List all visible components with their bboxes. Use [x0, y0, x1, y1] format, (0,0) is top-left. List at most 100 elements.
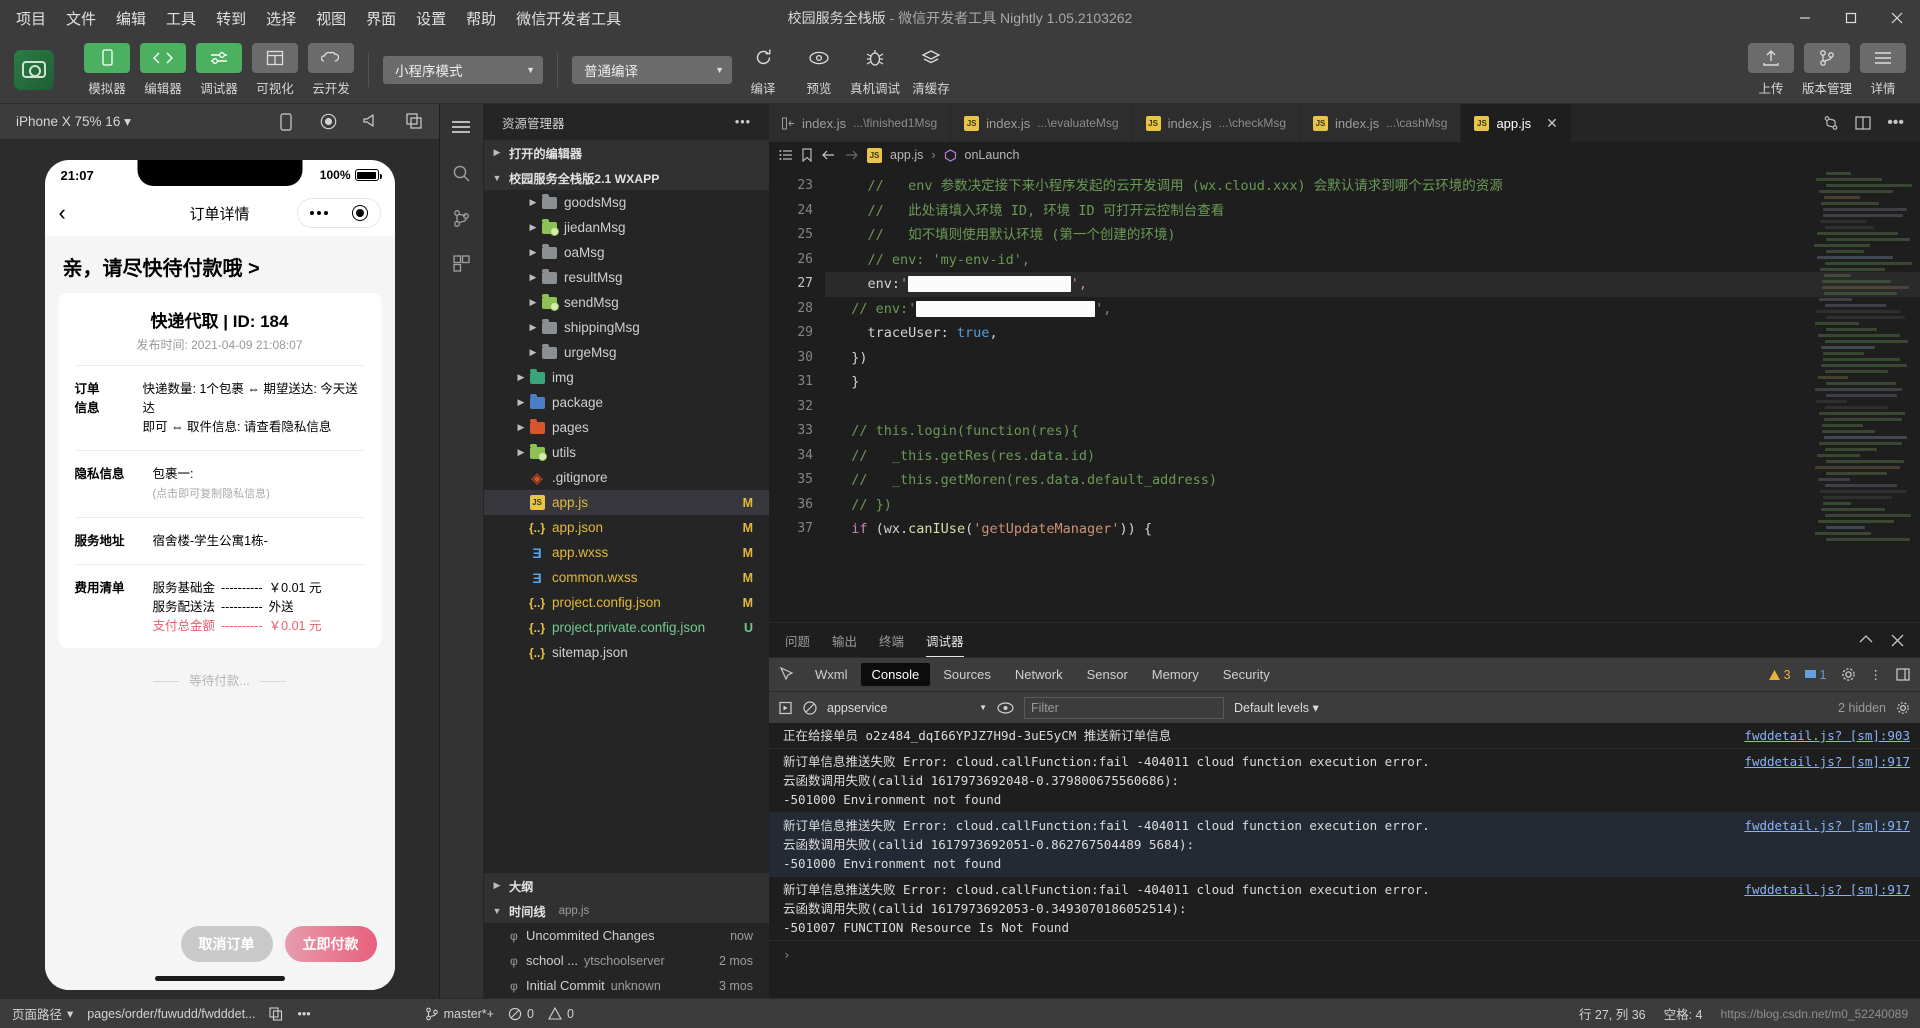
search-icon[interactable]: [452, 164, 471, 183]
panel-tab-终端[interactable]: 终端: [879, 623, 904, 657]
list-icon[interactable]: [779, 148, 793, 162]
file-tree-item-app.json[interactable]: {..} app.json M: [484, 515, 769, 540]
cancel-order-button[interactable]: 取消订单: [180, 926, 273, 962]
file-tree-item-sendMsg[interactable]: ▶ sendMsg: [484, 290, 769, 315]
no-entry-icon[interactable]: [803, 700, 817, 715]
minimize-button[interactable]: [1782, 0, 1828, 36]
file-tree-item-oaMsg[interactable]: ▶ oaMsg: [484, 240, 769, 265]
branch-status[interactable]: master*+: [425, 1007, 494, 1021]
file-tree-item-img[interactable]: ▶ img: [484, 365, 769, 390]
editor-tab-1[interactable]: JS index.js ...\evaluateMsg: [951, 104, 1133, 142]
file-tree-item-app.wxss[interactable]: Ǝapp.wxss M: [484, 540, 769, 565]
timeline-item[interactable]: φ Initial Commit unknown 3 mos: [484, 973, 769, 998]
extensions-icon[interactable]: [452, 254, 471, 273]
record-icon[interactable]: [320, 113, 337, 131]
more-dots-icon[interactable]: [309, 211, 328, 215]
section-open-editors[interactable]: ▶ 打开的编辑器: [484, 140, 769, 165]
dock-icon[interactable]: [1896, 668, 1910, 681]
chevron-up-icon[interactable]: [1859, 634, 1873, 647]
menu-item-6[interactable]: 视图: [314, 6, 348, 31]
back-arrow-icon[interactable]: [821, 148, 836, 162]
pay-hint[interactable]: 亲，请尽快待付款哦 >: [45, 236, 395, 293]
editor-vertical-scrollbar[interactable]: [1906, 168, 1920, 622]
toolbar-button-调试器[interactable]: 调试器: [196, 42, 242, 97]
console-output[interactable]: 正在给接单员 o2z484_dqI66YPJZ7H9d-3uE5yCM 推送新订…: [769, 723, 1920, 998]
toolbar-button-详情[interactable]: 详情: [1860, 42, 1906, 97]
close-icon[interactable]: ✕: [1546, 115, 1558, 132]
section-project[interactable]: ▼ 校园服务全栈版2.1 WXAPP: [484, 165, 769, 190]
source-control-icon[interactable]: [452, 209, 471, 228]
console-log-source[interactable]: fwddetail.js? [sm]:917: [1724, 816, 1910, 873]
close-miniprogram-icon[interactable]: [351, 205, 368, 221]
panel-tab-输出[interactable]: 输出: [832, 623, 857, 657]
code-editor[interactable]: 23 24 25 26 27 28 29 30 31 32 33 34 35 36 37 // env 参数…: [769, 168, 1920, 622]
editor-tab-3[interactable]: JS index.js ...\cashMsg: [1300, 104, 1462, 142]
privacy-info-row[interactable]: 隐私信息 包裹一: (点击即可复制隐私信息): [59, 463, 381, 504]
editor-tab-0[interactable]: index.js ...\finished1Msg: [769, 104, 952, 142]
toolbar-button-可视化[interactable]: 可视化: [252, 42, 298, 97]
ellipsis-icon[interactable]: •••: [1887, 114, 1904, 132]
file-tree-item-shippingMsg[interactable]: ▶ shippingMsg: [484, 315, 769, 340]
close-button[interactable]: [1874, 0, 1920, 36]
section-outline[interactable]: ▶ 大纲: [484, 873, 769, 898]
file-tree-item-.gitignore[interactable]: ◈ .gitignore: [484, 465, 769, 490]
console-levels-select[interactable]: Default levels ▾: [1234, 700, 1319, 715]
device-select[interactable]: iPhone X 75% 16 ▾: [16, 114, 131, 130]
file-tree-item-jiedanMsg[interactable]: ▶ jiedanMsg: [484, 215, 769, 240]
devtools-tab-Network[interactable]: Network: [1004, 663, 1074, 686]
explorer-icon[interactable]: [451, 118, 472, 138]
page-path-label[interactable]: 页面路径 ▾: [12, 1004, 73, 1023]
bookmark-icon[interactable]: [801, 148, 813, 162]
toolbar-button-真机调试[interactable]: 真机调试: [850, 43, 900, 97]
split-editor-icon[interactable]: [1823, 115, 1839, 131]
indent-setting[interactable]: 空格: 4: [1664, 1004, 1703, 1023]
file-tree-item-resultMsg[interactable]: ▶ resultMsg: [484, 265, 769, 290]
devtools-tab-Sensor[interactable]: Sensor: [1076, 663, 1139, 686]
file-tree-item-app.js[interactable]: JS app.js M: [484, 490, 769, 515]
file-tree-item-project.config.json[interactable]: {..} project.config.json M: [484, 590, 769, 615]
info-badge[interactable]: 1: [1804, 668, 1827, 682]
layout-icon[interactable]: [1855, 116, 1871, 130]
toolbar-button-编辑器[interactable]: 编辑器: [140, 42, 186, 97]
menu-item-4[interactable]: 转到: [214, 6, 248, 31]
page-path-value[interactable]: pages/order/fuwudd/fwdddet...: [87, 1007, 255, 1021]
file-tree-item-utils[interactable]: ▶ utils: [484, 440, 769, 465]
file-tree-item-common.wxss[interactable]: Ǝcommon.wxss M: [484, 565, 769, 590]
close-icon[interactable]: [1891, 634, 1904, 647]
menu-item-3[interactable]: 工具: [164, 6, 198, 31]
ellipsis-icon[interactable]: •••: [735, 115, 751, 129]
kebab-icon[interactable]: ⋮: [1870, 667, 1883, 682]
file-tree-item-project.private.config.json[interactable]: {..} project.private.config.json U: [484, 615, 769, 640]
play-icon[interactable]: [779, 701, 793, 715]
menu-item-9[interactable]: 帮助: [464, 6, 498, 31]
toolbar-button-云开发[interactable]: 云开发: [308, 42, 354, 97]
file-tree-item-goodsMsg[interactable]: ▶ goodsMsg: [484, 190, 769, 215]
file-tree-item-package[interactable]: ▶ package: [484, 390, 769, 415]
volume-icon[interactable]: [363, 113, 380, 131]
breadcrumb-file[interactable]: app.js: [890, 148, 923, 162]
toolbar-button-预览[interactable]: 预览: [796, 43, 842, 97]
devtools-tab-Security[interactable]: Security: [1212, 663, 1281, 686]
editor-tab-4[interactable]: JS app.js ✕: [1461, 104, 1572, 142]
minimap[interactable]: [1814, 172, 1913, 622]
menu-item-5[interactable]: 选择: [264, 6, 298, 31]
toolbar-button-编译[interactable]: 编译: [740, 43, 786, 97]
toolbar-button-模拟器[interactable]: 模拟器: [84, 42, 130, 97]
console-log-source[interactable]: fwddetail.js? [sm]:917: [1724, 752, 1910, 809]
editor-tab-2[interactable]: JS index.js ...\checkMsg: [1132, 104, 1301, 142]
warning-badge[interactable]: 3: [1768, 668, 1791, 682]
menu-item-1[interactable]: 文件: [64, 6, 98, 31]
maximize-button[interactable]: [1828, 0, 1874, 36]
phone-rotate-icon[interactable]: [278, 112, 294, 131]
compile-select[interactable]: 普通编译 ▼: [572, 55, 732, 84]
mode-select[interactable]: 小程序模式 ▼: [383, 55, 543, 84]
toolbar-button-清缓存[interactable]: 清缓存: [908, 43, 954, 97]
file-tree-item-pages[interactable]: ▶ pages: [484, 415, 769, 440]
timeline-item[interactable]: φ school ... ytschoolserver 2 mos: [484, 948, 769, 973]
section-timeline[interactable]: ▼ 时间线 app.js: [484, 898, 769, 923]
menu-item-0[interactable]: 项目: [14, 6, 48, 31]
toolbar-button-上传[interactable]: 上传: [1748, 42, 1794, 97]
file-tree-item-sitemap.json[interactable]: {..} sitemap.json: [484, 640, 769, 665]
console-prompt[interactable]: ›: [769, 941, 1920, 962]
forward-arrow-icon[interactable]: [844, 148, 859, 162]
